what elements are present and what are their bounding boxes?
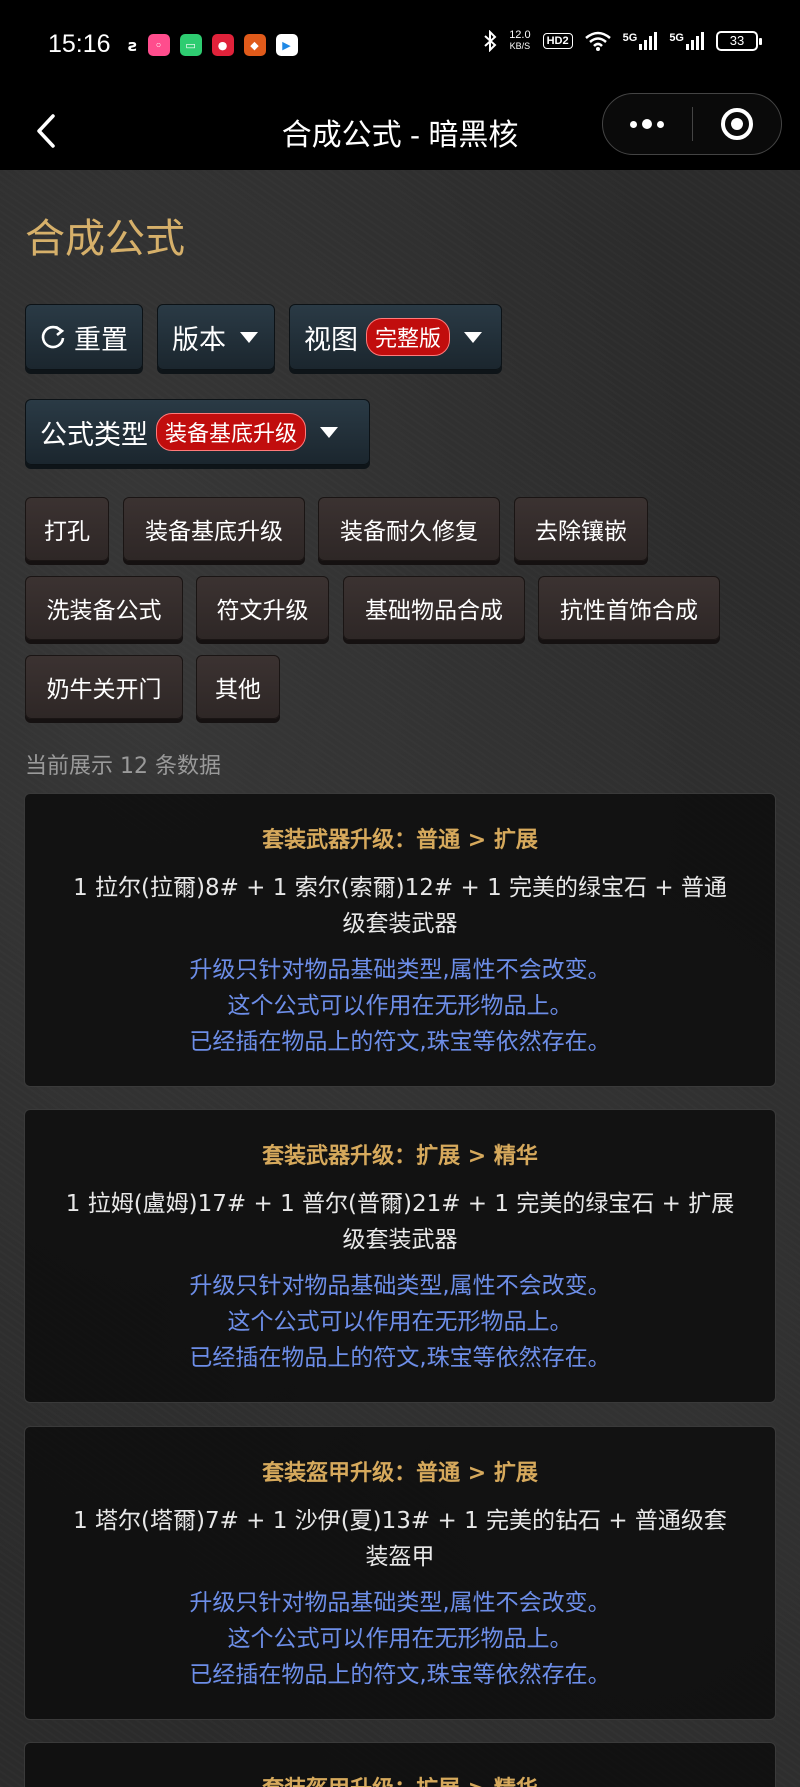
reset-label: 重置: [74, 324, 128, 356]
category-chip[interactable]: 符文升级: [196, 576, 329, 640]
status-right: 12.0 KB/S HD2 5G 5G 33: [483, 29, 762, 52]
miniprogram-capsule: [602, 93, 782, 155]
app-notification-icon: ●: [211, 34, 234, 56]
battery-icon: 33: [716, 31, 762, 51]
view-label: 视图: [304, 324, 358, 356]
app-notification-icon: ◆: [243, 34, 266, 56]
category-chip[interactable]: 去除镶嵌: [514, 497, 648, 561]
view-badge: 完整版: [366, 318, 451, 356]
formula-title: 套装武器升级：普通 > 扩展: [262, 828, 538, 853]
wifi-icon: [584, 31, 611, 51]
formula-notes: 升级只针对物品基础类型,属性不会改变。 这个公式可以作用在无形物品上。 已经插在…: [25, 1585, 775, 1693]
category-chip[interactable]: 抗性首饰合成: [538, 576, 720, 640]
signal-icon-sim1: 5G: [623, 32, 658, 50]
formula-note: 升级只针对物品基础类型,属性不会改变。: [189, 957, 611, 983]
formula-note: 升级只针对物品基础类型,属性不会改变。: [189, 1590, 611, 1616]
formula-note: 这个公式可以作用在无形物品上。: [227, 1309, 573, 1335]
formula-type-dropdown[interactable]: 公式类型 装备基底升级: [25, 399, 370, 465]
page-title: 合成公式: [25, 217, 185, 261]
result-count: 当前展示 12 条数据: [25, 754, 221, 779]
formula-recipe: 1 塔尔(塔爾)7# + 1 沙伊(夏)13# + 1 完美的钻石 + 普通级套…: [73, 1508, 727, 1570]
signal-icon-sim2: 5G: [669, 32, 704, 50]
main-content: 合成公式 重置 版本 视图 完整版 公式类型 装备基底升级 打孔 装备基底升级 …: [0, 170, 800, 1787]
reset-button[interactable]: 重置: [25, 304, 143, 370]
video-app-icon: ▶: [275, 34, 298, 56]
app-notification-icon: ◦: [147, 34, 170, 56]
formula-card: 套装武器升级：扩展 > 精华 1 拉姆(盧姆)17# + 1 普尔(普爾)21#…: [24, 1109, 776, 1403]
formula-card: 套装盔甲升级：普通 > 扩展 1 塔尔(塔爾)7# + 1 沙伊(夏)13# +…: [24, 1426, 776, 1720]
hd-voice-icon: HD2: [542, 33, 573, 49]
refresh-icon: [41, 325, 65, 349]
caret-down-icon: [240, 331, 258, 343]
formula-notes: 升级只针对物品基础类型,属性不会改变。 这个公式可以作用在无形物品上。 已经插在…: [25, 952, 775, 1060]
formula-title: 套装盔甲升级：扩展 > 精华: [25, 1771, 775, 1787]
formula-note: 这个公式可以作用在无形物品上。: [227, 993, 573, 1019]
message-app-icon: ▭: [179, 34, 202, 56]
formula-note: 升级只针对物品基础类型,属性不会改变。: [189, 1273, 611, 1299]
formula-card: 套装盔甲升级：扩展 > 精华: [24, 1742, 776, 1787]
target-icon: [720, 108, 753, 140]
view-dropdown[interactable]: 视图 完整版: [289, 304, 502, 370]
formula-type-badge: 装备基底升级: [156, 413, 307, 451]
net-speed: 12.0 KB/S: [509, 29, 531, 52]
formula-note: 已经插在物品上的符文,珠宝等依然存在。: [189, 1029, 611, 1055]
category-chip[interactable]: 洗装备公式: [25, 576, 183, 640]
formula-card: 套装武器升级：普通 > 扩展 1 拉尔(拉爾)8# + 1 索尔(索爾)12# …: [24, 793, 776, 1087]
nav-bar: 合成公式 - 暗黑核: [0, 92, 800, 170]
category-chip[interactable]: 装备基底升级: [123, 497, 305, 561]
formula-type-label: 公式类型: [40, 419, 148, 451]
category-chip[interactable]: 其他: [196, 655, 280, 719]
formula-title: 套装盔甲升级：普通 > 扩展: [262, 1461, 538, 1486]
status-bar: 15:16 ƨ ◦ ▭ ● ◆ ▶ 12.0 KB/S HD2 5G 5G 33: [0, 0, 800, 92]
version-label: 版本: [172, 324, 226, 356]
caret-down-icon: [464, 331, 483, 343]
status-time: 15:16: [48, 30, 111, 58]
app-notification-icon: ƨ: [128, 35, 138, 55]
caret-down-icon: [320, 426, 339, 438]
category-chip[interactable]: 打孔: [25, 497, 109, 561]
formula-recipe: 1 拉姆(盧姆)17# + 1 普尔(普爾)21# + 1 完美的绿宝石 + 扩…: [65, 1191, 735, 1253]
version-dropdown[interactable]: 版本: [157, 304, 275, 370]
bluetooth-icon: [484, 30, 497, 52]
close-miniprogram-button[interactable]: [693, 107, 782, 141]
formula-notes: 升级只针对物品基础类型,属性不会改变。 这个公式可以作用在无形物品上。 已经插在…: [25, 1268, 775, 1376]
category-chip[interactable]: 装备耐久修复: [318, 497, 500, 561]
category-chip[interactable]: 基础物品合成: [343, 576, 525, 640]
formula-note: 已经插在物品上的符文,珠宝等依然存在。: [189, 1662, 611, 1688]
formula-note: 这个公式可以作用在无形物品上。: [227, 1626, 573, 1652]
notification-icons: ƨ ◦ ▭ ● ◆ ▶: [128, 34, 298, 56]
more-button[interactable]: [603, 119, 692, 129]
formula-recipe: 1 拉尔(拉爾)8# + 1 索尔(索爾)12# + 1 完美的绿宝石 + 普通…: [73, 875, 727, 937]
formula-note: 已经插在物品上的符文,珠宝等依然存在。: [189, 1345, 611, 1371]
formula-title: 套装武器升级：扩展 > 精华: [262, 1144, 538, 1169]
category-chip[interactable]: 奶牛关开门: [25, 655, 183, 719]
